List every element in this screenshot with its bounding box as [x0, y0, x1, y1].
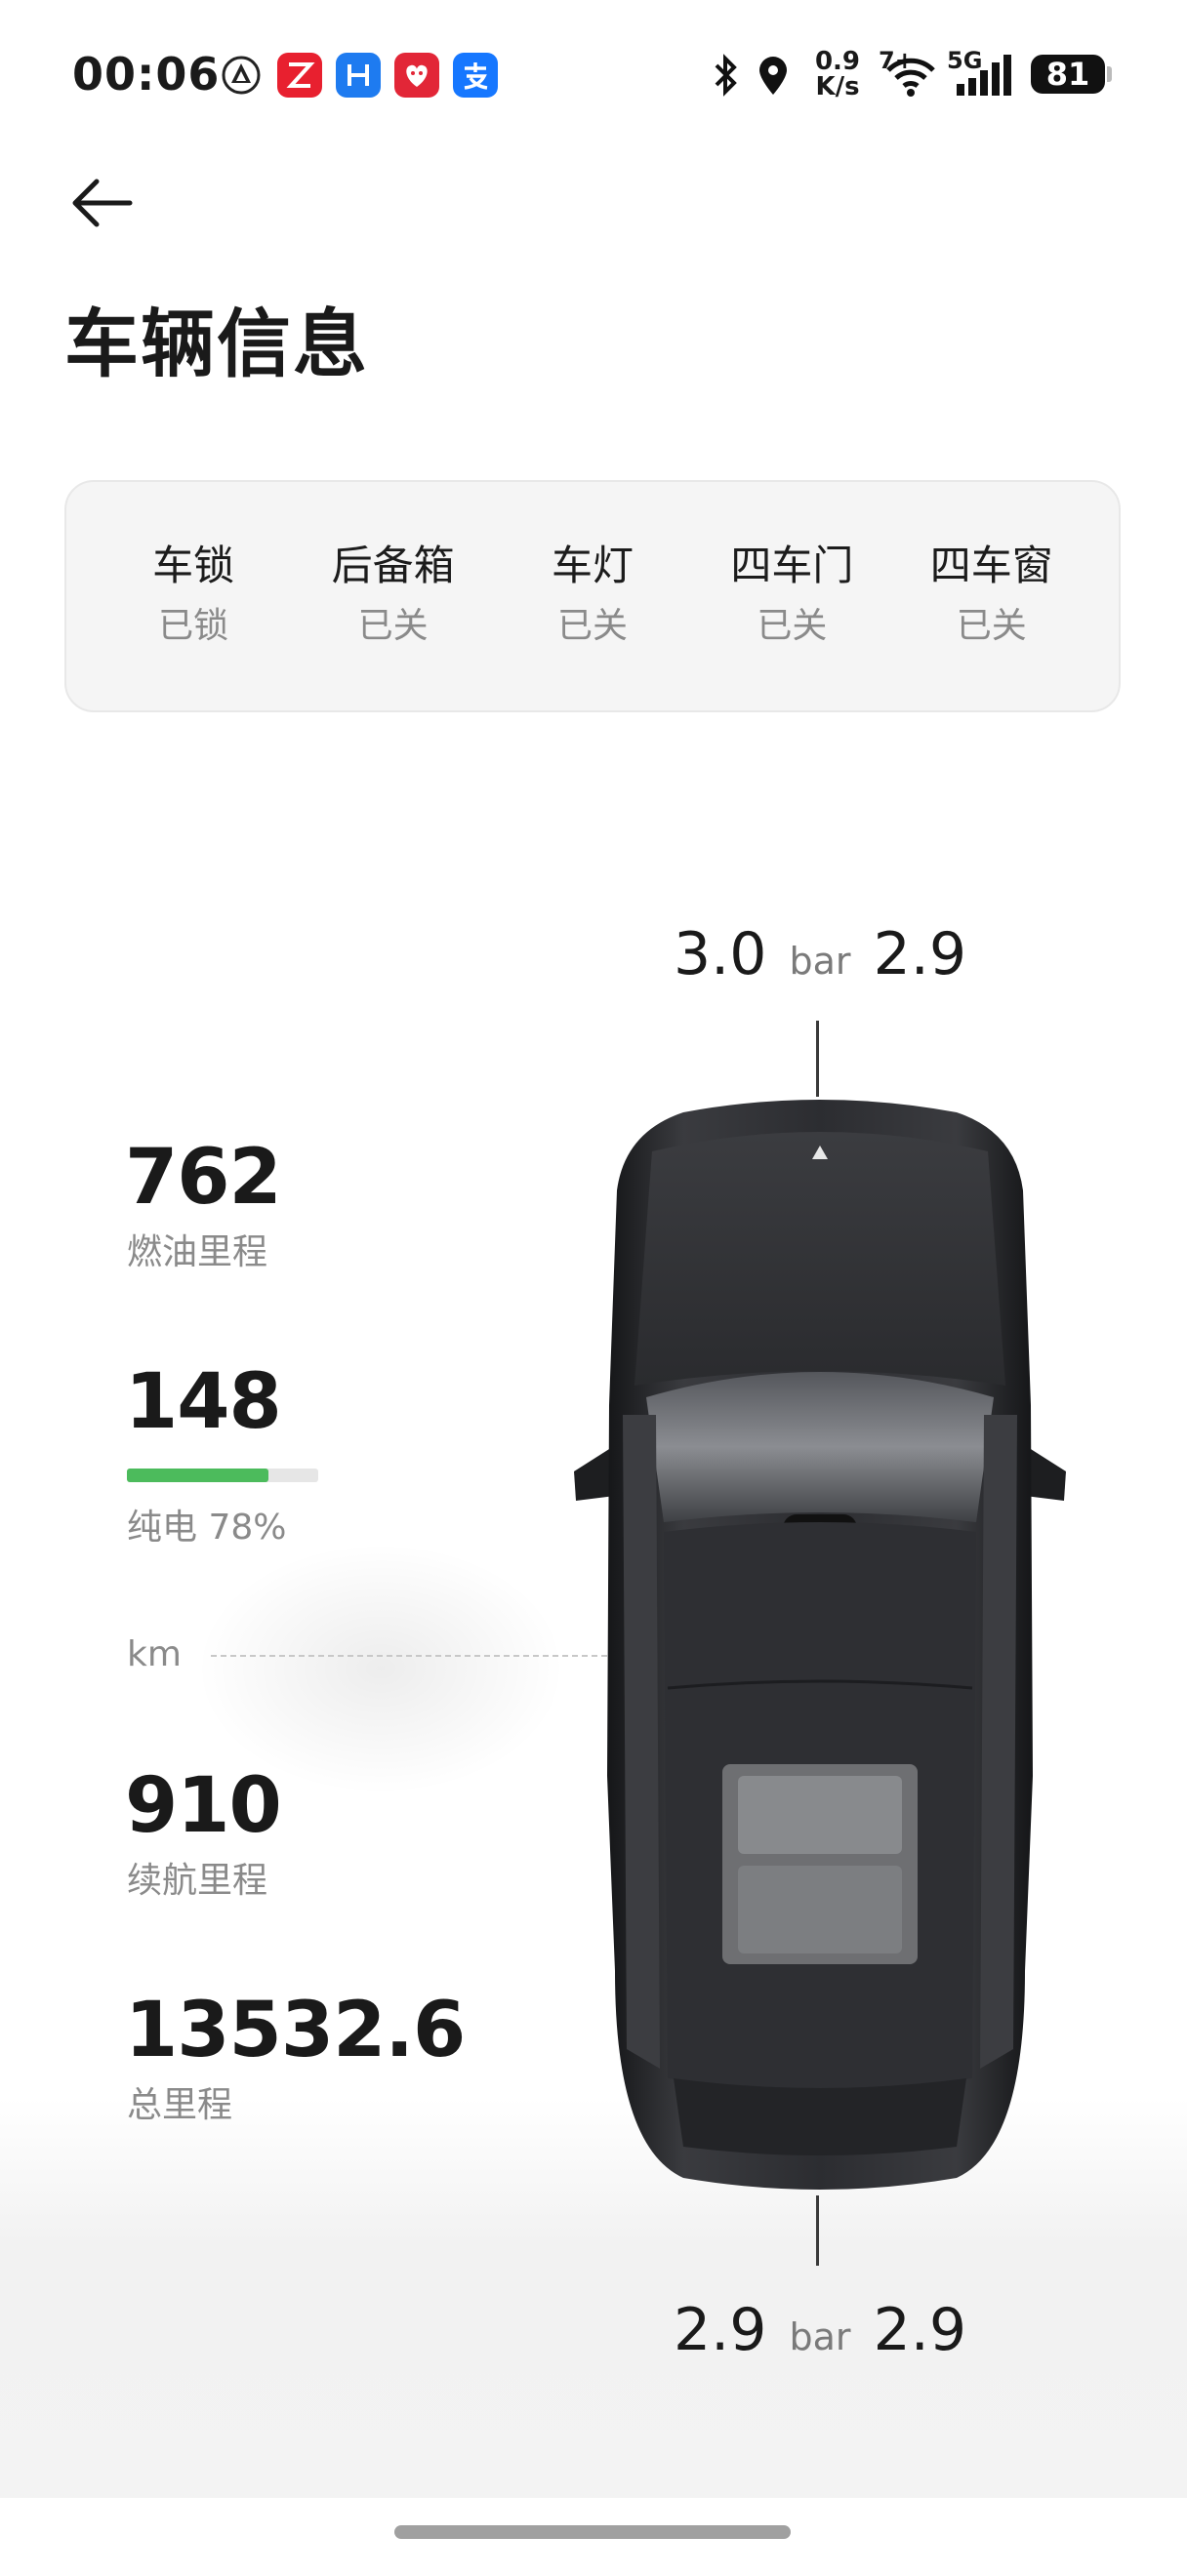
fuel-range-label: 燃油里程: [127, 1232, 268, 1272]
odometer-label: 总里程: [127, 2085, 233, 2125]
status-item-lock: 车锁 已锁: [101, 539, 286, 654]
net-speed: 0.9 K/s: [814, 49, 861, 100]
app-notification-icon-5: [453, 53, 498, 98]
tire-front-left: 3.0: [674, 920, 767, 988]
status-value: 已关: [357, 606, 429, 646]
odometer-value: 13532.6: [125, 1987, 466, 2074]
net-speed-value: 0.9: [814, 47, 861, 76]
tire-front-right: 2.9: [873, 920, 966, 988]
front-tire-pressure: 3.0 bar 2.9: [674, 919, 966, 996]
status-label: 四车窗: [929, 542, 1053, 589]
status-item-windows: 四车窗 已关: [899, 539, 1085, 654]
vehicle-status-card: 车锁 已锁 后备箱 已关 车灯 已关 四车门 已关 四车窗 已关: [64, 480, 1121, 712]
status-value: 已锁: [158, 606, 229, 646]
back-button[interactable]: [61, 161, 144, 245]
ev-range-label: 纯电 78%: [127, 1508, 287, 1548]
ground-shadow: [195, 1542, 566, 1795]
range-unit: km: [127, 1634, 182, 1674]
status-item-doors: 四车门 已关: [699, 539, 884, 654]
back-arrow-icon: [72, 179, 133, 227]
ev-battery-bar-fill: [127, 1469, 269, 1482]
rear-tire-pressure: 2.9 bar 2.9: [674, 2295, 966, 2372]
status-label: 车锁: [152, 542, 235, 589]
front-tire-leader-line: [816, 1021, 819, 1097]
status-value: 已关: [757, 606, 828, 646]
location-icon: [756, 49, 791, 101]
net-speed-unit: K/s: [815, 72, 860, 101]
status-value: 已关: [956, 606, 1027, 646]
car-top-view: [566, 1093, 1074, 2205]
app-notification-icon-1: [221, 55, 262, 96]
status-label: 车灯: [551, 542, 634, 589]
total-range-label: 续航里程: [127, 1861, 268, 1901]
tire-unit: bar: [789, 2315, 851, 2358]
home-indicator[interactable]: [394, 2525, 791, 2539]
rear-tire-leader-line: [816, 2195, 819, 2266]
status-item-trunk: 后备箱 已关: [301, 539, 486, 654]
app-notification-icon-4: [394, 53, 439, 98]
app-notification-icon-3: [336, 53, 381, 98]
signal-icon: 5G: [947, 47, 1017, 100]
total-range-value: 910: [125, 1762, 282, 1850]
bluetooth-icon: [709, 49, 742, 101]
status-time: 00:06: [72, 48, 221, 101]
fuel-range-value: 762: [125, 1134, 282, 1222]
status-label: 四车门: [730, 542, 854, 589]
app-notification-icon-2: [277, 53, 322, 98]
battery-tip: [1107, 66, 1112, 82]
status-value: 已关: [556, 606, 628, 646]
battery-level: 81: [1031, 55, 1105, 94]
page-title: 车辆信息: [64, 301, 369, 387]
status-label: 后备箱: [331, 542, 455, 589]
tire-rear-left: 2.9: [674, 2296, 767, 2364]
range-divider-line: [211, 1655, 607, 1657]
tire-rear-right: 2.9: [873, 2296, 966, 2364]
status-item-lights: 车灯 已关: [500, 539, 685, 654]
ev-range-value: 148: [125, 1358, 282, 1446]
tire-unit: bar: [789, 940, 851, 983]
wifi-icon: 7+: [879, 47, 941, 100]
